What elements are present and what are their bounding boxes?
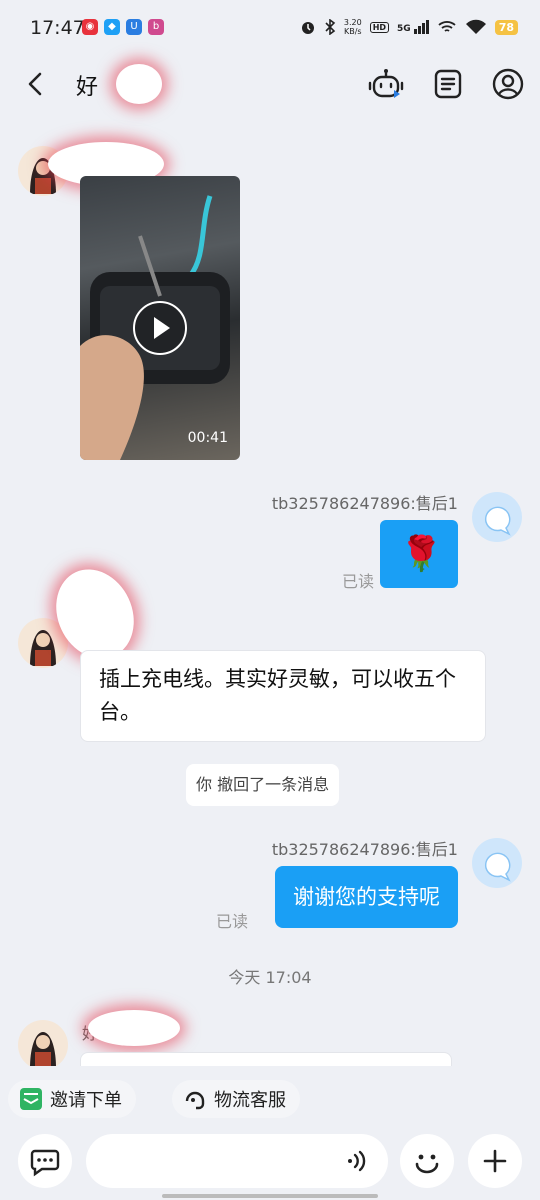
play-icon[interactable] bbox=[132, 300, 188, 356]
back-arrow-icon[interactable] bbox=[20, 68, 52, 100]
recall-notice: 你 撤回了一条消息 bbox=[186, 764, 340, 806]
netease-music-icon: ◉ bbox=[82, 19, 98, 35]
redaction-mark bbox=[116, 64, 162, 104]
quick-reply-button[interactable] bbox=[18, 1134, 72, 1188]
order-list-icon[interactable] bbox=[430, 66, 466, 102]
rose-emoji: 🌹 bbox=[400, 534, 443, 574]
bilibili-icon: b bbox=[148, 19, 164, 35]
customer-message-bubble[interactable]: 插上充电线。其实好灵敏，可以收五个台。 bbox=[80, 650, 486, 742]
invite-order-label: 邀请下单 bbox=[50, 1090, 122, 1111]
chat-bubble-icon bbox=[30, 1149, 60, 1177]
network-speed: 3.20 KB/s bbox=[344, 18, 362, 36]
speed-unit: KB/s bbox=[343, 27, 362, 36]
status-time: 17:47 bbox=[30, 17, 85, 39]
hd-badge: HD bbox=[369, 21, 390, 33]
plus-icon bbox=[483, 1149, 507, 1173]
logistics-service-label: 物流客服 bbox=[214, 1090, 286, 1111]
seller-message-bubble[interactable]: 谢谢您的支持呢 bbox=[275, 866, 458, 928]
voice-icon[interactable] bbox=[344, 1147, 372, 1175]
chat-title: 好 bbox=[76, 75, 99, 100]
status-app-icons: ◉ ◆ U b bbox=[82, 19, 164, 35]
bluetooth-icon bbox=[325, 19, 336, 35]
logistics-service-button[interactable]: 物流客服 bbox=[172, 1080, 300, 1118]
timestamp: 今天 17:04 bbox=[228, 968, 312, 987]
robot-icon[interactable] bbox=[368, 66, 404, 102]
status-indicators: 3.20 KB/s HD 5G 78 bbox=[300, 18, 518, 36]
more-options-button[interactable] bbox=[468, 1134, 522, 1188]
qq-icon: ◆ bbox=[104, 19, 120, 35]
read-status: 已读 bbox=[341, 572, 374, 591]
seller-avatar[interactable] bbox=[472, 492, 522, 542]
home-indicator[interactable] bbox=[162, 1194, 378, 1198]
input-bar bbox=[0, 1128, 540, 1200]
profile-icon[interactable] bbox=[490, 66, 526, 102]
invite-order-button[interactable]: 邀请下单 bbox=[8, 1080, 136, 1118]
alarm-icon bbox=[301, 22, 314, 34]
seller-name: tb325786247896:售后1 bbox=[271, 840, 458, 859]
wifi-small-icon bbox=[438, 21, 456, 32]
network-type: 5G bbox=[397, 24, 411, 34]
status-bar: 17:47 ◉ ◆ U b 3.20 KB/s HD 5G 78 bbox=[0, 0, 540, 56]
battery-indicator: 78 bbox=[494, 19, 518, 35]
message-input[interactable] bbox=[86, 1134, 388, 1188]
speed-value: 3.20 bbox=[343, 18, 362, 27]
chat-header: 好 bbox=[0, 56, 540, 112]
video-duration: 00:41 bbox=[187, 430, 228, 446]
emoji-button[interactable] bbox=[400, 1134, 454, 1188]
video-message[interactable]: 00:41 bbox=[80, 176, 240, 460]
customer-avatar[interactable] bbox=[18, 1020, 68, 1066]
rose-sticker[interactable]: 🌹 bbox=[380, 520, 458, 588]
redaction-mark bbox=[88, 1010, 180, 1046]
headset-icon bbox=[185, 1091, 205, 1110]
signal-5g-icon: 5G bbox=[397, 20, 429, 34]
u-app-icon: U bbox=[126, 19, 142, 35]
customer-message-bubble[interactable] bbox=[80, 1052, 452, 1066]
seller-avatar[interactable] bbox=[472, 838, 522, 888]
wifi-icon bbox=[465, 19, 486, 34]
seller-name: tb325786247896:售后1 bbox=[271, 494, 458, 513]
read-status: 已读 bbox=[215, 912, 248, 931]
message-list[interactable]: 00:41 tb325786247896:售后1 🌹 已读 爱吃 插上充电线。其… bbox=[0, 112, 540, 1066]
smiley-icon bbox=[415, 1154, 439, 1174]
invite-order-icon bbox=[20, 1088, 42, 1110]
